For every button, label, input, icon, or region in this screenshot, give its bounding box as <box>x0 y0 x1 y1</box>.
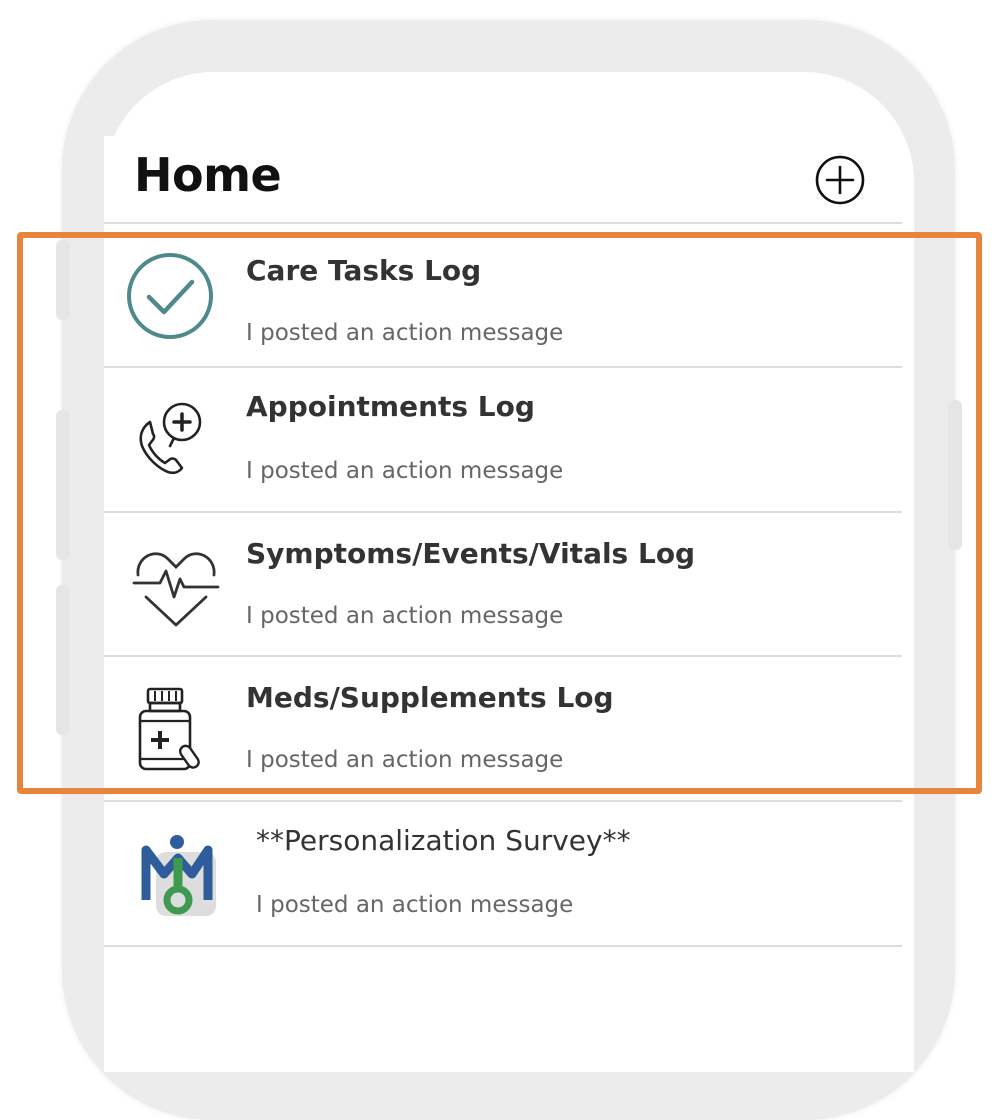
home-screen: Home Care Tasks Log I posted an action m… <box>104 136 902 957</box>
phone-side-button <box>948 400 962 550</box>
phone-medical-icon <box>139 402 202 475</box>
item-title: Appointments Log <box>246 390 535 423</box>
list-item-symptoms-events-vitals-log[interactable]: Symptoms/Events/Vitals Log I posted an a… <box>104 513 902 657</box>
phone-side-button <box>56 240 70 320</box>
item-subtitle: I posted an action message <box>246 747 564 773</box>
app-logo-icon <box>141 835 216 916</box>
list-item-care-tasks-log[interactable]: Care Tasks Log I posted an action messag… <box>104 224 902 368</box>
header: Home <box>104 136 902 224</box>
medicine-bottle-icon <box>138 687 200 771</box>
item-title: **Personalization Survey** <box>256 824 631 857</box>
item-title: Meds/Supplements Log <box>246 681 614 714</box>
phone-side-button <box>56 585 70 735</box>
add-icon[interactable] <box>814 154 866 206</box>
item-subtitle: I posted an action message <box>246 458 564 484</box>
item-title: Care Tasks Log <box>246 254 482 287</box>
item-subtitle: I posted an action message <box>256 892 574 918</box>
check-circle-icon <box>127 253 213 339</box>
list-item-appointments-log[interactable]: Appointments Log I posted an action mess… <box>104 368 902 513</box>
heart-pulse-icon <box>132 552 220 627</box>
item-subtitle: I posted an action message <box>246 603 564 629</box>
item-subtitle: I posted an action message <box>246 320 564 346</box>
list-item-personalization-survey[interactable]: **Personalization Survey** I posted an a… <box>104 802 902 947</box>
list-item-meds-supplements-log[interactable]: Meds/Supplements Log I posted an action … <box>104 657 902 802</box>
item-title: Symptoms/Events/Vitals Log <box>246 537 696 570</box>
phone-side-button <box>56 410 70 560</box>
page-title: Home <box>134 148 282 202</box>
